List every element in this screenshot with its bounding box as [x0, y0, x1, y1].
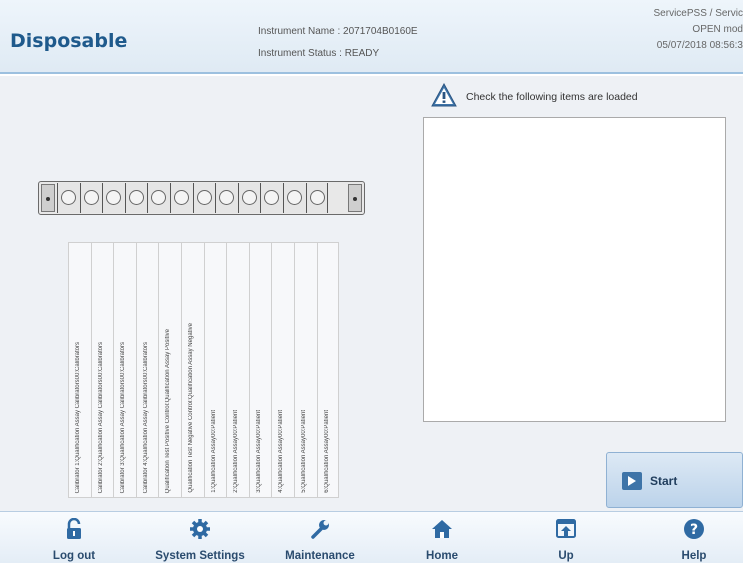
slot-label: Calibrator 2:Qualification Assay Calibra…	[90, 242, 114, 498]
page-title: Disposable	[10, 30, 128, 52]
slot-label-text: Qualification Test Negative Control:Qual…	[187, 323, 194, 493]
slot-label-text: Calibrator 2:Qualification Assay Calibra…	[97, 341, 104, 493]
maintenance-button[interactable]: Maintenance	[270, 512, 370, 563]
slot-label: 1:Qualification Assay00:Patient	[203, 242, 227, 498]
datetime: 05/07/2018 08:56:3	[656, 40, 743, 51]
rack-slot	[260, 183, 283, 213]
slot-label: 5:Qualification Assay00:Patient	[293, 242, 317, 498]
slot-label: Qualification Test Positive Control:Qual…	[158, 242, 181, 498]
tube-circle	[106, 190, 122, 205]
instrument-status: Instrument Status : READY	[258, 48, 380, 59]
slot-label-text: 6:Qualification Assay00:Patient	[323, 410, 330, 493]
home-button[interactable]: Home	[412, 512, 472, 563]
up-button[interactable]: Up	[536, 512, 596, 563]
slot-label: 4:Qualification Assay00:Patient	[271, 242, 294, 498]
rack-slot	[57, 183, 80, 213]
gear-icon	[190, 519, 210, 539]
help-button[interactable]: ? Help	[664, 512, 724, 563]
help-label: Help	[681, 550, 707, 562]
maintenance-label: Maintenance	[285, 550, 355, 562]
slot-label-text: 1:Qualification Assay00:Patient	[210, 410, 217, 493]
slot-label: Calibrator 1:Qualification Assay Calibra…	[68, 242, 91, 498]
tube-circle	[286, 190, 302, 205]
tube-circle	[196, 190, 212, 205]
rack-slot	[305, 183, 329, 213]
start-label: Start	[650, 474, 678, 488]
logout-button[interactable]: Log out	[34, 512, 114, 563]
rack-slot	[237, 183, 261, 213]
tube-circle	[264, 190, 280, 205]
tube-circle	[241, 190, 257, 205]
wrench-icon	[311, 520, 329, 539]
slot-label-text: 3:Qualification Assay00:Patient	[255, 410, 262, 493]
rack-slot	[102, 183, 125, 213]
lock-icon	[67, 518, 81, 539]
user-name: ServicePSS / Servic	[653, 8, 743, 19]
tube-circle	[309, 190, 325, 205]
rack-slot	[124, 183, 148, 213]
rack-end-left	[41, 184, 55, 212]
help-icon: ?	[684, 519, 704, 539]
up-label: Up	[558, 550, 574, 562]
rack-end-right	[348, 184, 362, 212]
slot-label-text: Calibrator 3:Qualification Assay Calibra…	[120, 341, 127, 493]
logout-label: Log out	[52, 550, 96, 562]
slot-label-text: 4:Qualification Assay00:Patient	[278, 410, 285, 493]
mode: OPEN mod	[692, 24, 743, 35]
footer-nav: Log out System Settings Maintenance Home	[0, 511, 743, 563]
tube-circle	[61, 190, 76, 205]
slot-label-text: 2:Qualification Assay00:Patient	[233, 410, 240, 493]
start-button[interactable]: Start	[606, 452, 743, 508]
play-icon	[622, 472, 642, 490]
rack-slots	[57, 183, 329, 213]
slot-labels: Calibrator 1:Qualification Assay Calibra…	[68, 242, 340, 498]
home-label: Home	[426, 550, 458, 562]
slot-label-text: Calibrator 4:Qualification Assay Calibra…	[142, 341, 149, 493]
slot-label-text: Calibrator 1:Qualification Assay Calibra…	[75, 341, 81, 493]
up-arrow-icon	[556, 519, 576, 538]
check-message: Check the following items are loaded	[466, 91, 638, 103]
slot-label: 2:Qualification Assay00:Patient	[226, 242, 249, 498]
slot-label: 6:Qualification Assay00:Patient	[316, 242, 340, 498]
rack-slot	[282, 183, 306, 213]
slot-label-text: 5:Qualification Assay00:Patient	[300, 410, 307, 493]
rack-slot	[192, 183, 216, 213]
slot-label: 3:Qualification Assay00:Patient	[248, 242, 272, 498]
loaded-items-list[interactable]	[423, 117, 726, 422]
rack-diagram	[38, 181, 365, 215]
system-settings-button[interactable]: System Settings	[140, 512, 260, 563]
rack-slot	[147, 183, 170, 213]
tube-circle	[128, 190, 144, 205]
rack-slot	[215, 183, 238, 213]
slot-label: Qualification Test Negative Control:Qual…	[180, 242, 204, 498]
svg-text:?: ?	[690, 522, 698, 538]
rack-slot	[79, 183, 103, 213]
settings-label: System Settings	[155, 550, 245, 562]
tube-circle	[219, 190, 235, 205]
tube-circle	[173, 190, 189, 205]
slot-label: Calibrator 3:Qualification Assay Calibra…	[113, 242, 136, 498]
header-bar: Disposable Instrument Name : 2071704B016…	[0, 0, 743, 74]
instrument-name: Instrument Name : 2071704B0160E	[258, 26, 418, 37]
instrument-info: Instrument Name : 2071704B0160E Instrume…	[258, 21, 418, 65]
rack-slot	[169, 183, 193, 213]
slot-label: Calibrator 4:Qualification Assay Calibra…	[135, 242, 159, 498]
user-info: ServicePSS / Servic OPEN mod 05/07/2018 …	[613, 6, 743, 54]
tube-circle	[151, 190, 167, 205]
warning-icon	[431, 83, 457, 107]
tube-circle	[83, 190, 99, 205]
slot-label-text: Qualification Test Positive Control:Qual…	[165, 328, 172, 493]
home-icon	[432, 520, 452, 538]
